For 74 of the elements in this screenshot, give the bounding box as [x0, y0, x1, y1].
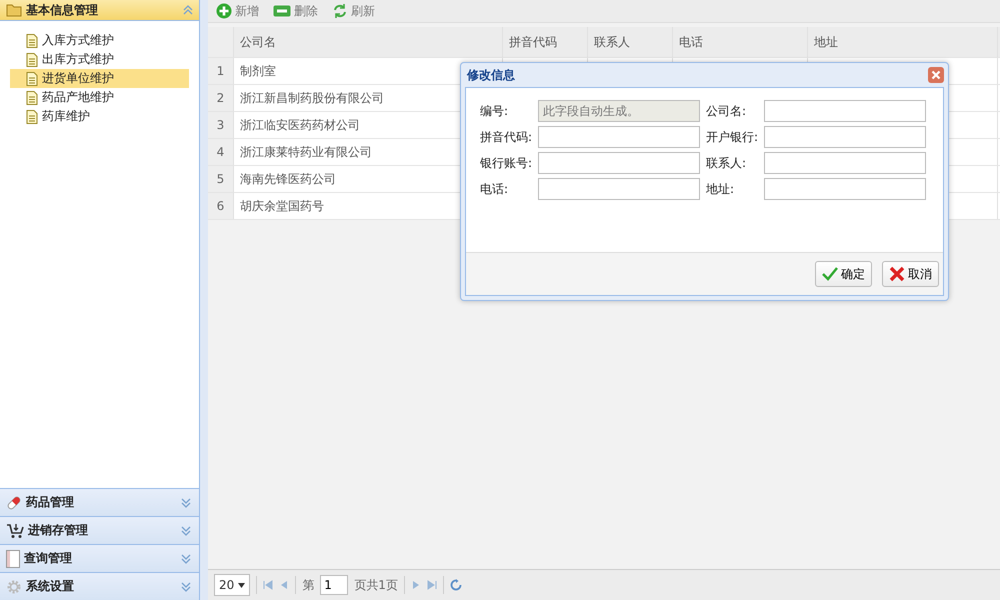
close-icon	[889, 266, 905, 282]
page-count: 页共1页	[354, 576, 398, 594]
accordion-header[interactable]: 药品管理	[0, 488, 199, 516]
previous-page-icon[interactable]	[279, 580, 290, 590]
nav-item[interactable]: 出库方式维护	[10, 50, 189, 69]
input-field[interactable]	[764, 152, 926, 174]
minus-icon	[273, 5, 291, 17]
field-label: 联系人:	[706, 154, 748, 172]
book-icon	[6, 550, 20, 568]
first-page-icon[interactable]	[263, 580, 274, 590]
accordion-title: 进销存管理	[28, 522, 89, 539]
nav-item[interactable]: 进货单位维护	[10, 69, 189, 88]
row-number: 3	[208, 112, 234, 138]
last-page-icon[interactable]	[426, 580, 437, 590]
panel-title: 基本信息管理	[26, 2, 99, 18]
page-size-select[interactable]: 20	[214, 574, 250, 596]
panel-header[interactable]: 基本信息管理	[0, 0, 199, 21]
close-icon	[931, 70, 941, 80]
next-page-icon[interactable]	[410, 580, 421, 590]
nav-item[interactable]: 药品产地维护	[10, 88, 189, 107]
input-field[interactable]	[764, 126, 926, 148]
check-icon	[822, 267, 838, 281]
dropdown-caret-icon	[238, 582, 246, 588]
accordion-header[interactable]: 系统设置	[0, 572, 199, 600]
expand-chevron-icon[interactable]	[181, 526, 191, 536]
accordion-title: 药品管理	[26, 494, 75, 511]
input-field[interactable]	[538, 178, 700, 200]
toolbar-button[interactable]: 刷新	[330, 2, 377, 20]
refresh-icon	[332, 3, 348, 19]
input-field[interactable]	[538, 152, 700, 174]
input-field[interactable]	[538, 126, 700, 148]
document-icon	[26, 52, 38, 66]
expand-chevron-icon[interactable]	[181, 554, 191, 564]
expand-chevron-icon[interactable]	[181, 582, 191, 592]
document-icon	[26, 72, 38, 86]
cart-icon	[6, 522, 24, 538]
column-header[interactable]: 电话	[673, 27, 808, 57]
nav-item[interactable]: 药库维护	[10, 107, 189, 126]
field-label: 公司名:	[706, 102, 748, 120]
column-header[interactable]: 公司名	[234, 27, 503, 57]
input-field[interactable]	[764, 100, 926, 122]
page-label: 第	[302, 576, 314, 594]
add-icon	[216, 3, 232, 19]
toolbar-button[interactable]: 删除	[271, 2, 320, 20]
gear-icon	[6, 578, 22, 594]
accordion-header[interactable]: 查询管理	[0, 544, 199, 572]
collapse-chevron-icon[interactable]	[183, 5, 193, 15]
folder-icon	[6, 3, 22, 17]
nav-item[interactable]: 入库方式维护	[10, 31, 189, 50]
accordion-header[interactable]: 进销存管理	[0, 516, 199, 544]
accordion-title: 系统设置	[26, 578, 75, 595]
page-input[interactable]: 1	[320, 575, 348, 595]
refresh-icon[interactable]	[450, 579, 462, 591]
document-icon	[26, 90, 38, 104]
column-header[interactable]: 联系人	[588, 27, 673, 57]
cancel-button[interactable]: 取消	[882, 261, 939, 287]
confirm-button[interactable]: 确定	[815, 261, 872, 287]
expand-chevron-icon[interactable]	[181, 498, 191, 508]
close-button[interactable]	[928, 67, 944, 83]
row-number: 1	[208, 58, 234, 84]
row-number: 5	[208, 166, 234, 192]
row-number: 6	[208, 193, 234, 219]
toolbar-button[interactable]: 新增	[214, 2, 261, 20]
accordion-title: 查询管理	[24, 550, 73, 567]
dialog-title: 修改信息	[467, 66, 515, 84]
row-number: 2	[208, 85, 234, 111]
column-header[interactable]: 地址	[808, 27, 998, 57]
field-label: 地址:	[706, 180, 736, 198]
column-header[interactable]: 拼音代码	[503, 27, 588, 57]
field-label: 开户银行:	[706, 128, 758, 146]
document-icon	[26, 34, 38, 48]
document-icon	[26, 110, 38, 124]
input-field[interactable]	[764, 178, 926, 200]
row-number: 4	[208, 139, 234, 165]
